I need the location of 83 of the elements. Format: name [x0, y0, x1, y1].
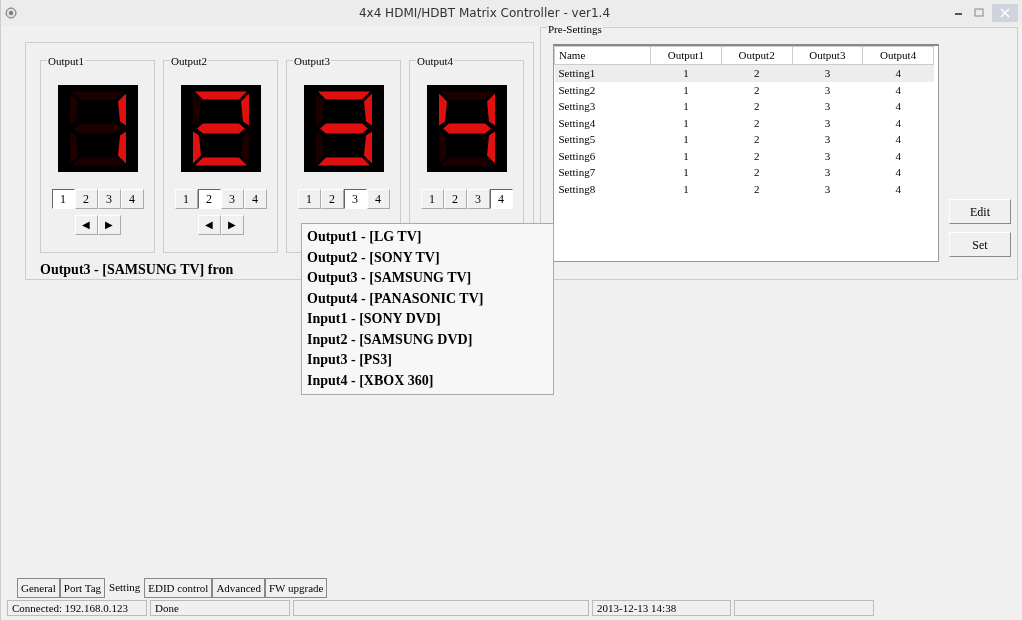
input-select-button[interactable]: 2	[320, 189, 344, 209]
tab[interactable]: FW upgrade	[265, 578, 328, 598]
table-cell: 2	[721, 81, 792, 98]
table-cell-text: 3	[823, 115, 832, 131]
table-cell-text: 4	[894, 99, 902, 114]
table-cell-text: 4	[894, 148, 902, 164]
tab[interactable]: Advanced	[212, 578, 265, 598]
previous-button[interactable]: ◀	[74, 215, 98, 235]
column-header[interactable]: Output1	[650, 46, 722, 65]
status-text: 2013-12-13 14:38	[592, 600, 731, 616]
input-select-button[interactable]: 3	[97, 189, 121, 209]
table-cell-text: 3	[823, 148, 832, 164]
table-cell-text: 1	[682, 99, 690, 114]
set-button[interactable]: Set	[949, 232, 1011, 257]
column-header[interactable]: Output2	[721, 46, 792, 65]
status-text: Connected: 192.168.0.123	[7, 600, 147, 616]
table-cell-text: 3	[823, 181, 832, 197]
next-button[interactable]: ▶	[220, 215, 244, 235]
column-header[interactable]: Name	[554, 46, 651, 65]
input-select-button[interactable]: 4	[120, 189, 144, 209]
input-select-button[interactable]: 1	[174, 189, 198, 209]
table-cell-text: 3	[823, 132, 832, 147]
table-cell-text: 4	[894, 165, 902, 180]
input-select-button[interactable]: 3	[343, 189, 367, 209]
window-title: 4x4 HDMI/HDBT Matrix Controller - ver1.4	[357, 5, 612, 22]
table-cell-text: Setting4	[557, 115, 597, 131]
table-cell-text: 2	[752, 181, 761, 197]
table-cell-text: Setting7	[557, 165, 597, 180]
table-cell-text: 2	[752, 99, 761, 114]
table-cell-text: 4	[894, 115, 902, 131]
input-select-button[interactable]: 1	[51, 189, 75, 209]
input-select-button[interactable]: 2	[443, 189, 467, 209]
tooltip-line: Output4 - [PANASONIC TV]	[307, 289, 485, 308]
input-select-button[interactable]: 4	[366, 189, 390, 209]
table-cell: 3	[792, 81, 863, 98]
route-status-text: Output3 - [SAMSUNG TV] fron	[40, 261, 234, 279]
tooltip-line: Input1 - [SONY DVD]	[307, 310, 442, 328]
input-select-button[interactable]: 4	[243, 189, 267, 209]
table-cell-text: 2	[752, 165, 761, 180]
table-cell-text: 1	[682, 132, 690, 147]
table-cell: 4	[862, 81, 934, 98]
edit-button[interactable]: Edit	[949, 199, 1011, 224]
tooltip-line: Input2 - [SAMSUNG DVD]	[307, 330, 474, 349]
table-cell-text: 1	[682, 165, 690, 180]
tooltip-line: Output3 - [SAMSUNG TV]	[307, 269, 473, 287]
column-header[interactable]: Output3	[792, 46, 863, 65]
table-cell-text: 2	[752, 148, 761, 164]
table-cell: 1	[650, 81, 722, 98]
table-cell-text: 4	[894, 132, 902, 147]
input-select-button[interactable]: 4	[489, 189, 513, 209]
table-cell-text: 3	[823, 99, 832, 114]
app-icon[interactable]	[5, 7, 17, 19]
table-cell-text: 3	[823, 165, 832, 180]
selected-row[interactable]: Setting1 1 2 3 4	[554, 64, 934, 82]
table-cell-text: Setting8	[557, 181, 597, 197]
table-cell-text: Setting6	[557, 148, 597, 164]
tab[interactable]: Port Tag	[59, 578, 106, 598]
tooltip-line: Input3 - [PS3]	[307, 351, 393, 369]
next-button[interactable]: ▶	[97, 215, 121, 235]
input-select-button[interactable]: 3	[466, 189, 490, 209]
status-text: Done	[150, 600, 290, 616]
tooltip-line: Input4 - [XBOX 360]	[307, 371, 435, 390]
table-cell-text: 2	[752, 115, 761, 131]
tooltip-line: Output1 - [LG TV]	[307, 228, 423, 246]
table-cell: Setting2	[554, 81, 651, 98]
input-select-button[interactable]: 3	[220, 189, 244, 209]
table-cell-text: Setting3	[557, 99, 597, 114]
tab[interactable]: EDID control	[144, 578, 213, 598]
table-cell-text: 2	[752, 132, 761, 147]
input-select-button[interactable]: 2	[197, 189, 221, 209]
input-select-button[interactable]: 2	[74, 189, 98, 209]
tooltip-line: Output2 - [SONY TV]	[307, 248, 441, 267]
table-cell-text: 1	[682, 115, 690, 131]
input-select-button[interactable]: 1	[420, 189, 444, 209]
group-title: Pre-Settings	[547, 21, 603, 38]
table-cell-text: 1	[682, 181, 690, 197]
table-cell-text: Setting5	[557, 132, 597, 147]
tab[interactable]: General	[17, 578, 60, 598]
table-cell-text: 4	[894, 181, 902, 197]
input-select-button[interactable]: 1	[297, 189, 321, 209]
column-header[interactable]: Output4	[862, 46, 934, 65]
previous-button[interactable]: ◀	[197, 215, 221, 235]
table-cell-text: 1	[682, 148, 690, 164]
